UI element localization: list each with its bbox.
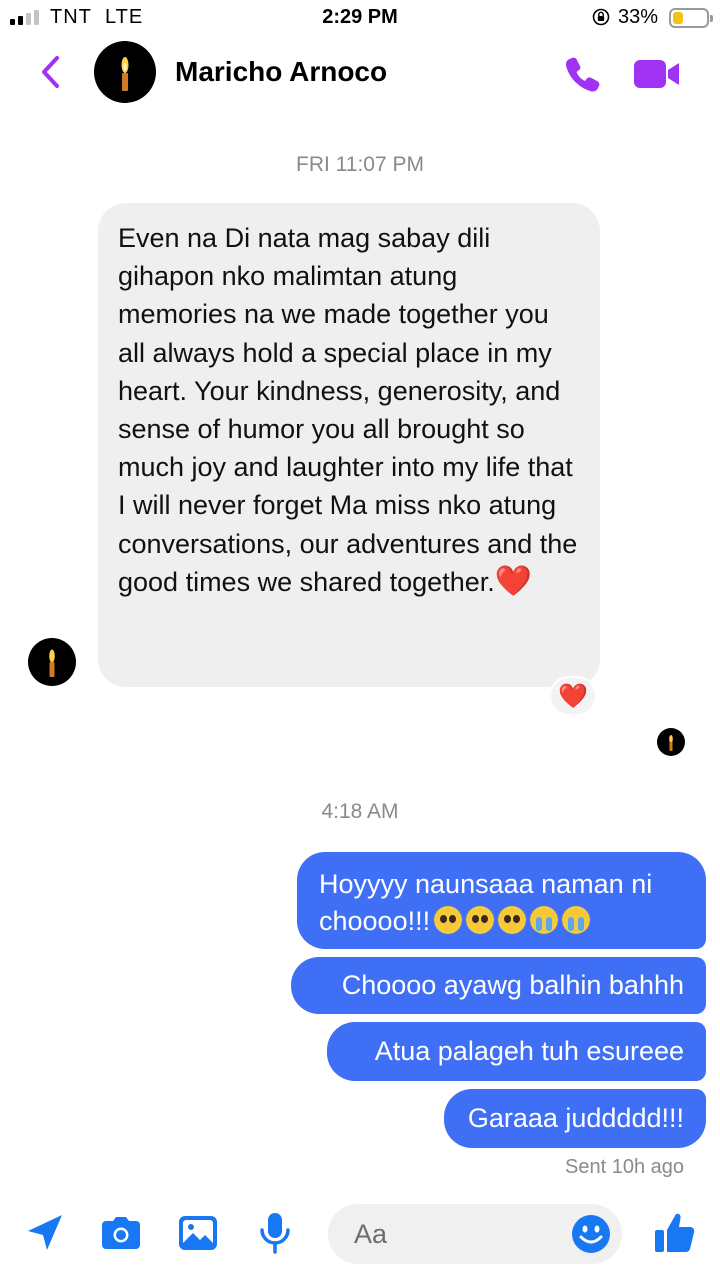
contact-avatar[interactable] bbox=[94, 41, 156, 103]
image-icon[interactable] bbox=[175, 1210, 221, 1256]
outgoing-message-bubble[interactable]: Atua palageh tuh esureee bbox=[327, 1022, 706, 1081]
timestamp-divider: 4:18 AM bbox=[321, 800, 399, 823]
back-button[interactable] bbox=[34, 52, 70, 92]
video-call-button[interactable] bbox=[632, 56, 682, 92]
candle-icon bbox=[121, 57, 129, 91]
sent-status: Sent 10h ago bbox=[565, 1156, 684, 1178]
sender-avatar[interactable] bbox=[28, 638, 76, 686]
crying-face-emoji bbox=[530, 906, 559, 934]
outgoing-message-bubble[interactable]: Choooo ayawg balhin bahhh bbox=[291, 957, 706, 1014]
message-composer bbox=[0, 1196, 720, 1280]
outgoing-message-text: Garaaa juddddd!!! bbox=[467, 1103, 684, 1133]
reaction-heart-icon: ❤️ bbox=[558, 682, 588, 710]
outgoing-message-text: Atua palageh tuh esureee bbox=[374, 1036, 684, 1066]
heart-emoji: ❤️ bbox=[494, 564, 533, 598]
battery-percentage: 33% bbox=[618, 6, 659, 28]
status-time: 2:29 PM bbox=[322, 6, 398, 28]
read-receipt-avatar bbox=[657, 728, 685, 756]
rotation-lock-icon bbox=[592, 8, 610, 26]
send-location-icon[interactable] bbox=[22, 1210, 68, 1256]
pleading-face-emoji bbox=[498, 906, 527, 934]
conversation-header: Maricho Arnoco bbox=[0, 36, 720, 112]
pleading-face-emoji bbox=[434, 906, 463, 934]
crying-face-emoji bbox=[562, 906, 591, 934]
outgoing-message-bubble[interactable]: Garaaa juddddd!!! bbox=[444, 1089, 706, 1148]
phone-call-button[interactable] bbox=[563, 54, 603, 94]
incoming-message-bubble[interactable]: Even na Di nata mag sabay dili gihapon n… bbox=[98, 203, 600, 687]
candle-icon bbox=[49, 649, 55, 677]
incoming-message-text: Even na Di nata mag sabay dili gihapon n… bbox=[118, 223, 578, 597]
outgoing-message-bubble[interactable]: Hoyyyy naunsaaa naman ni choooo!!! bbox=[297, 852, 706, 949]
pleading-face-emoji bbox=[466, 906, 495, 934]
outgoing-message-text: Choooo ayawg balhin bahhh bbox=[341, 970, 684, 1000]
status-bar: TNT LTE 2:29 PM 33% bbox=[0, 0, 720, 36]
thumbs-up-icon[interactable] bbox=[652, 1210, 698, 1256]
camera-icon[interactable] bbox=[98, 1210, 144, 1256]
candle-icon bbox=[669, 735, 673, 751]
message-reaction[interactable]: ❤️ bbox=[549, 676, 597, 716]
timestamp-divider: FRI 11:07 PM bbox=[296, 153, 424, 176]
contact-name[interactable]: Maricho Arnoco bbox=[175, 56, 387, 88]
emoji-icon[interactable] bbox=[571, 1214, 611, 1254]
microphone-icon[interactable] bbox=[252, 1210, 298, 1256]
battery-icon bbox=[669, 8, 713, 28]
